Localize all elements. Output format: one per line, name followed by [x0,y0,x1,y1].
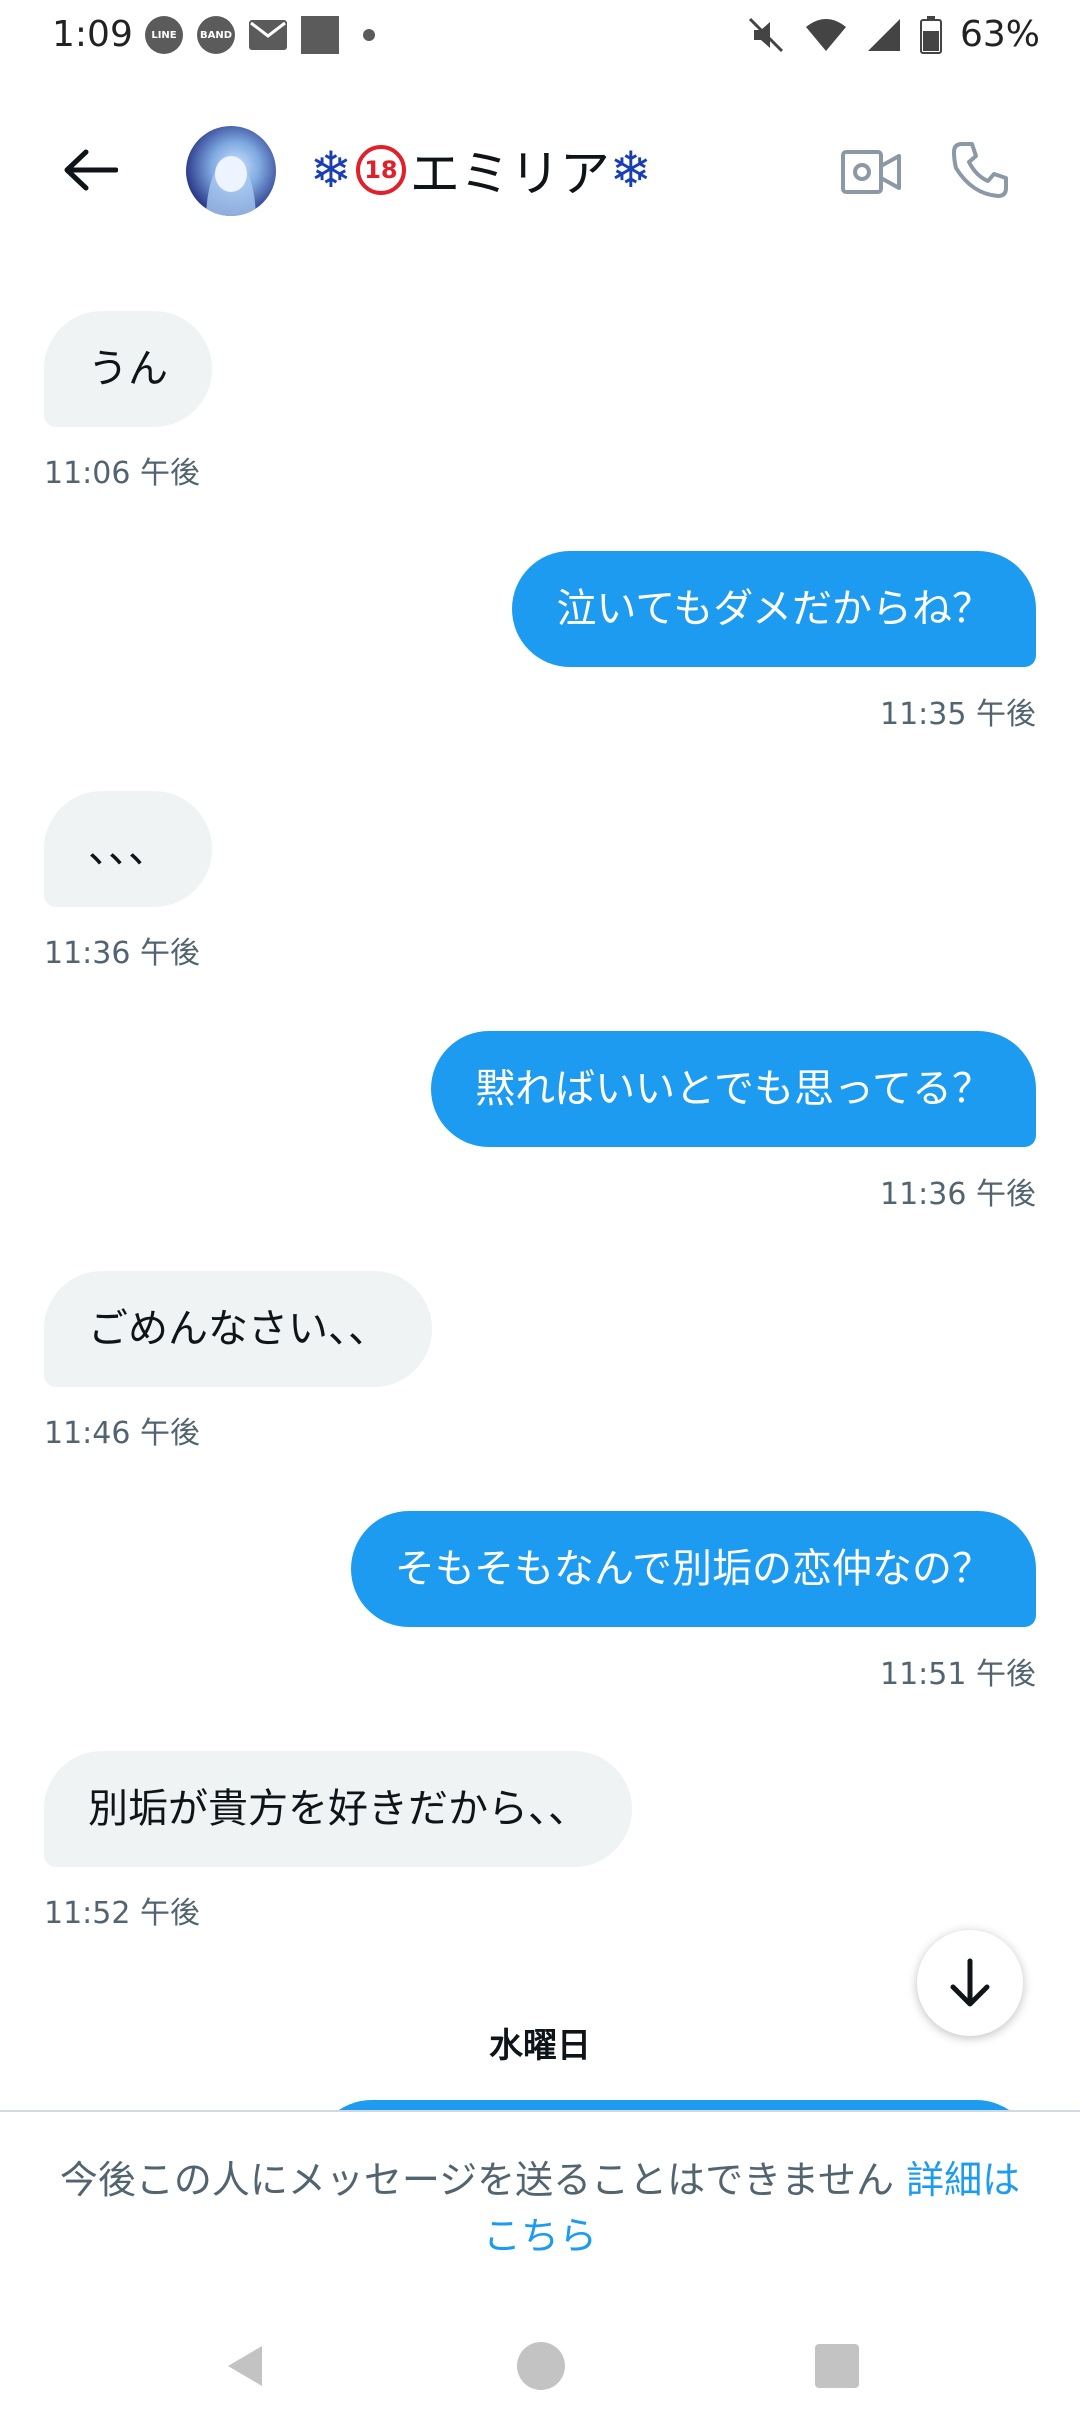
avatar[interactable] [186,126,276,216]
message-received[interactable]: 、、、 [44,791,212,907]
message-bubble: そもそもなんで別垢の恋仲なの？ [350,1511,1036,1627]
message-bubble: 黙ればいいとでも思ってる？ [431,1031,1036,1147]
mail-icon [249,20,287,50]
message-bubble: 泣いてもダメだからね？ [512,551,1036,667]
arrow-down-icon [950,1958,990,2007]
message-bubble: 、、、 [44,791,212,907]
wifi-icon [805,18,846,51]
message-sent[interactable]: 泣いてもダメだからね？ [512,551,1036,667]
system-nav-bar [0,2300,1080,2432]
message-bubble: うん [44,311,212,427]
video-camera-icon [841,150,901,194]
message-received[interactable]: 別垢が貴方を好きだから、、 [44,1751,632,1867]
square-icon [301,16,339,54]
message-received[interactable]: ごめんなさい、、 [44,1271,432,1387]
battery-icon [919,15,942,54]
age-18-icon: 18 [355,145,406,195]
conversation-header: ❄ 18 エミリア ❄ [0,100,1080,240]
message-timestamp: 11:36 午後 [44,936,200,971]
dm-disabled-notice: 今後この人にメッセージを送ることはできません 詳細はこちら [0,2110,1080,2300]
message-timestamp: 11:52 午後 [44,1896,200,1931]
nav-back-icon[interactable] [222,2342,266,2390]
dot-icon [363,29,375,41]
snowflake-icon: ❄ [310,141,352,199]
arrow-left-icon [64,149,118,191]
message-timestamp: 11:46 午後 [44,1416,200,1451]
contact-name-text: エミリア [409,145,610,203]
scroll-to-bottom-button[interactable] [917,1930,1023,2036]
battery-percent: 63% [959,14,1040,55]
message-sent[interactable]: そもそもなんで別垢の恋仲なの？ [350,1511,1036,1627]
back-button[interactable] [55,140,125,200]
message-bubble: ごめんなさい、、 [44,1271,432,1387]
status-time: 1:09 [52,14,133,55]
snowflake-icon: ❄ [609,141,652,199]
nav-recents-icon[interactable] [815,2344,859,2388]
message-received[interactable]: うん [44,311,212,427]
message-bubble: 別垢が貴方を好きだから、、 [44,1751,632,1867]
day-separator: 水曜日 [489,2026,591,2066]
status-bar: 1:09 LINE BAND 63% [0,0,1080,72]
message-sent[interactable]: 黙ればいいとでも思ってる？ [431,1031,1036,1147]
phone-icon [952,142,1008,198]
contact-name[interactable]: ❄ 18 エミリア ❄ [310,134,652,206]
line-icon: LINE [145,16,183,54]
band-icon: BAND [197,16,235,54]
message-timestamp: 11:36 午後 [880,1177,1036,1212]
message-timestamp: 11:35 午後 [880,697,1036,732]
notice-text-block: 今後この人にメッセージを送ることはできません 詳細はこちら [50,2152,1030,2264]
video-call-button[interactable] [840,144,902,200]
nav-home-icon[interactable] [517,2342,565,2390]
signal-icon [867,18,900,51]
message-timestamp: 11:06 午後 [44,456,200,491]
notification-icons: LINE BAND [145,16,375,54]
system-icons: 63% [746,14,1040,55]
voice-call-button[interactable] [948,138,1012,202]
notice-text: 今後この人にメッセージを送ることはできません [59,2158,894,2202]
message-timestamp: 11:51 午後 [880,1657,1036,1692]
mute-icon [748,17,784,52]
